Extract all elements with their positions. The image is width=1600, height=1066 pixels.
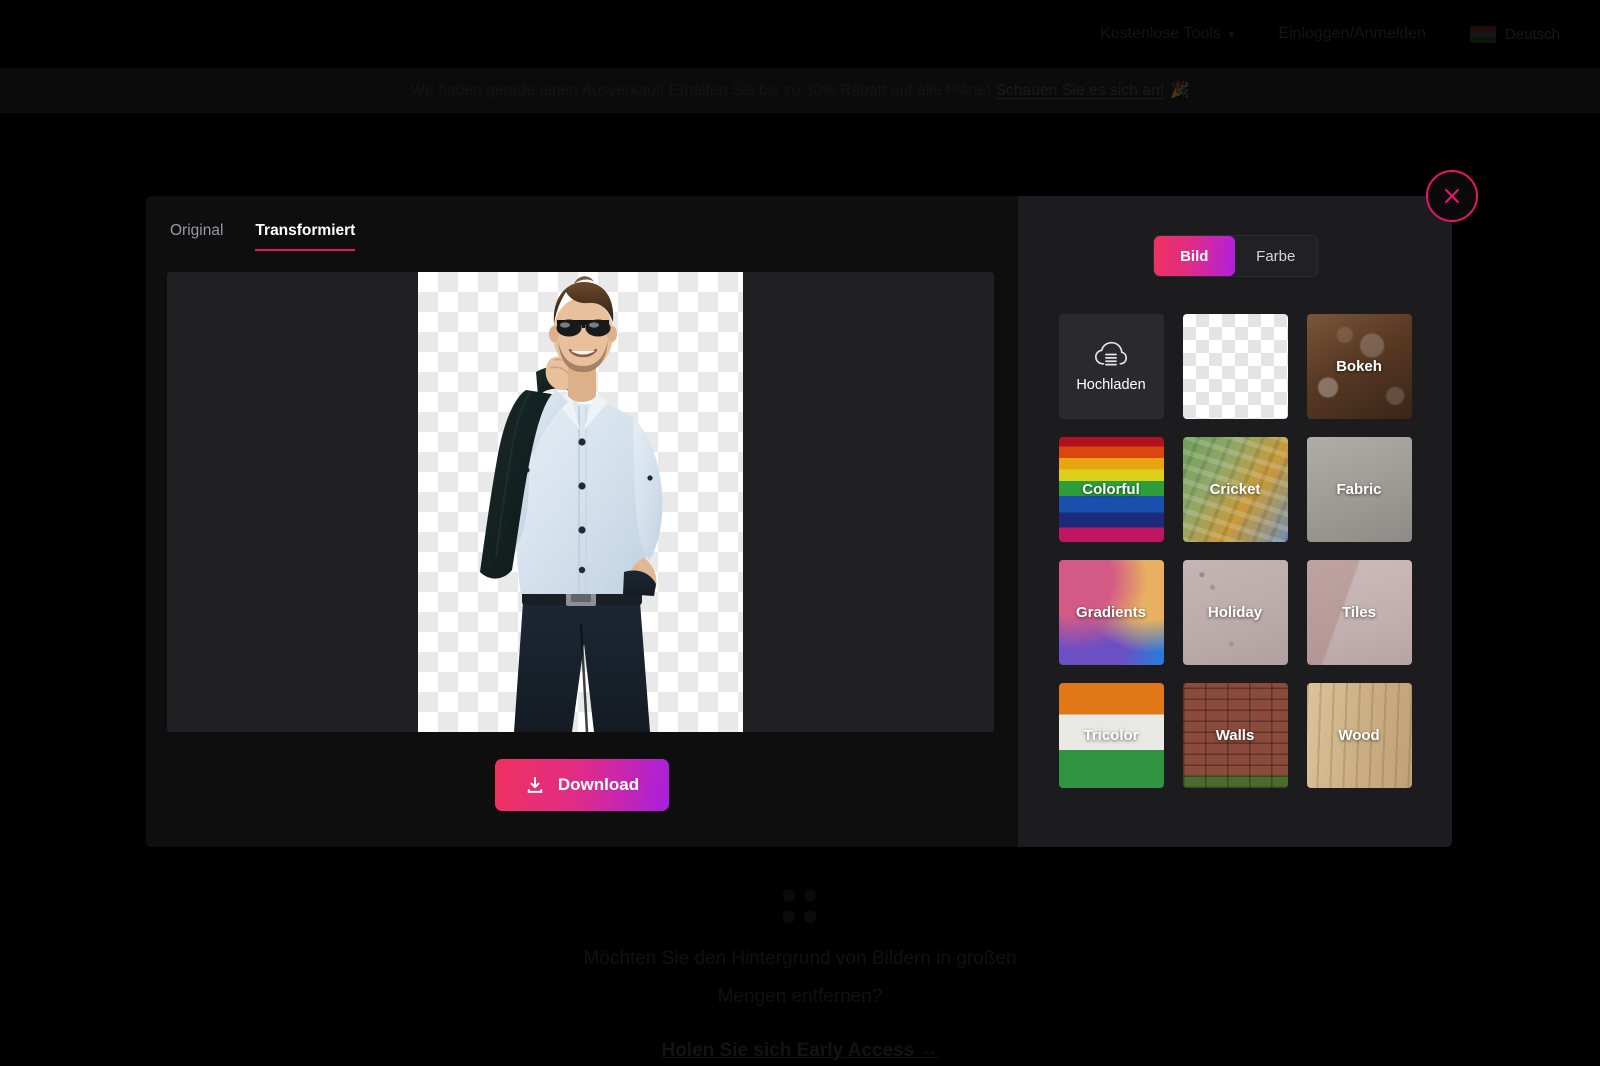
person-photo	[480, 276, 663, 732]
background-thumbnail-grid: Hochladen Bokeh Colorful Cricket Fabric …	[1058, 314, 1412, 788]
thumbnail-tricolor[interactable]: Tricolor	[1058, 683, 1164, 788]
thumbnail-cricket[interactable]: Cricket	[1182, 437, 1288, 542]
early-access-link[interactable]: Holen Sie sich Early Access →	[661, 1040, 938, 1062]
modal-left-pane: Original Transformiert Download	[146, 196, 1018, 847]
background-type-toggle: Bild Farbe	[1152, 235, 1318, 277]
language-label: Deutsch	[1504, 25, 1560, 43]
preview-canvas	[167, 272, 994, 732]
thumbnail-transparent[interactable]	[1182, 314, 1288, 419]
party-popper-icon: 🎉	[1170, 82, 1190, 99]
footer-promo-line2: Mengen entfernen?	[717, 986, 883, 1007]
background-picker-pane: Bild Farbe Hochladen Bokeh Colorful Cric…	[1018, 196, 1452, 847]
app-logo-icon	[777, 884, 823, 929]
close-icon	[1444, 188, 1460, 204]
site-header: Kostenlose Tools ▾ Einloggen/Anmelden De…	[0, 0, 1600, 68]
thumbnail-cricket-label: Cricket	[1209, 481, 1261, 498]
toggle-farbe[interactable]: Farbe	[1235, 236, 1317, 276]
nav-free-tools[interactable]: Kostenlose Tools ▾	[1100, 25, 1234, 43]
thumbnail-bokeh[interactable]: Bokeh	[1306, 314, 1412, 419]
thumbnail-fabric-label: Fabric	[1336, 481, 1382, 498]
download-button[interactable]: Download	[494, 759, 670, 811]
preview-tabs: Original Transformiert	[146, 196, 1018, 251]
thumbnail-gradients[interactable]: Gradients	[1058, 560, 1164, 665]
thumbnail-wood[interactable]: Wood	[1306, 683, 1412, 788]
close-modal-button[interactable]	[1426, 170, 1478, 222]
thumbnail-bokeh-label: Bokeh	[1336, 358, 1382, 375]
thumbnail-colorful-label: Colorful	[1082, 481, 1140, 498]
promo-banner: Wir haben gerade einen Ausverkauf! Erhal…	[0, 68, 1600, 113]
result-modal: Original Transformiert Download Bild Far…	[146, 196, 1452, 847]
thumbnail-tiles[interactable]: Tiles	[1306, 560, 1412, 665]
thumbnail-holiday-label: Holiday	[1207, 604, 1263, 621]
login-signup-button[interactable]: Einloggen/Anmelden	[1278, 25, 1426, 43]
language-selector[interactable]: Deutsch	[1469, 25, 1560, 43]
thumbnail-walls-label: Walls	[1215, 727, 1255, 744]
thumbnail-hochladen-label: Hochladen	[1076, 376, 1146, 393]
tab-original[interactable]: Original	[170, 222, 223, 251]
app-root: Kostenlose Tools ▾ Einloggen/Anmelden De…	[0, 0, 1600, 1066]
thumbnail-tricolor-label: Tricolor	[1083, 727, 1139, 744]
download-icon	[527, 776, 543, 793]
cutout-image	[418, 272, 743, 732]
login-signup-label: Einloggen/Anmelden	[1278, 25, 1426, 42]
thumbnail-colorful[interactable]: Colorful	[1058, 437, 1164, 542]
thumbnail-fabric[interactable]: Fabric	[1306, 437, 1412, 542]
cloud-upload-icon	[1094, 341, 1128, 365]
toggle-bild[interactable]: Bild	[1153, 236, 1235, 276]
thumbnail-walls[interactable]: Walls	[1182, 683, 1288, 788]
nav-free-tools-label: Kostenlose Tools	[1100, 25, 1221, 42]
footer-promo-section: Möchten Sie den Hintergrund von Bildern …	[0, 880, 1600, 1066]
thumbnail-holiday[interactable]: Holiday	[1182, 560, 1288, 665]
promo-banner-text: Wir haben gerade einen Ausverkauf! Erhal…	[410, 81, 991, 99]
footer-promo-line1: Möchten Sie den Hintergrund von Bildern …	[583, 947, 1017, 969]
chevron-down-icon: ▾	[1228, 28, 1235, 41]
promo-banner-link[interactable]: Schauen Sie es sich an!	[996, 82, 1165, 100]
thumbnail-hochladen[interactable]: Hochladen	[1058, 314, 1164, 419]
thumbnail-wood-label: Wood	[1338, 727, 1380, 744]
thumbnail-tiles-label: Tiles	[1342, 604, 1376, 621]
download-button-label: Download	[557, 775, 640, 794]
thumbnail-gradients-label: Gradients	[1075, 604, 1147, 621]
flag-icon	[1469, 25, 1496, 43]
tab-transformiert[interactable]: Transformiert	[255, 222, 356, 251]
download-area: Download	[146, 759, 1018, 811]
